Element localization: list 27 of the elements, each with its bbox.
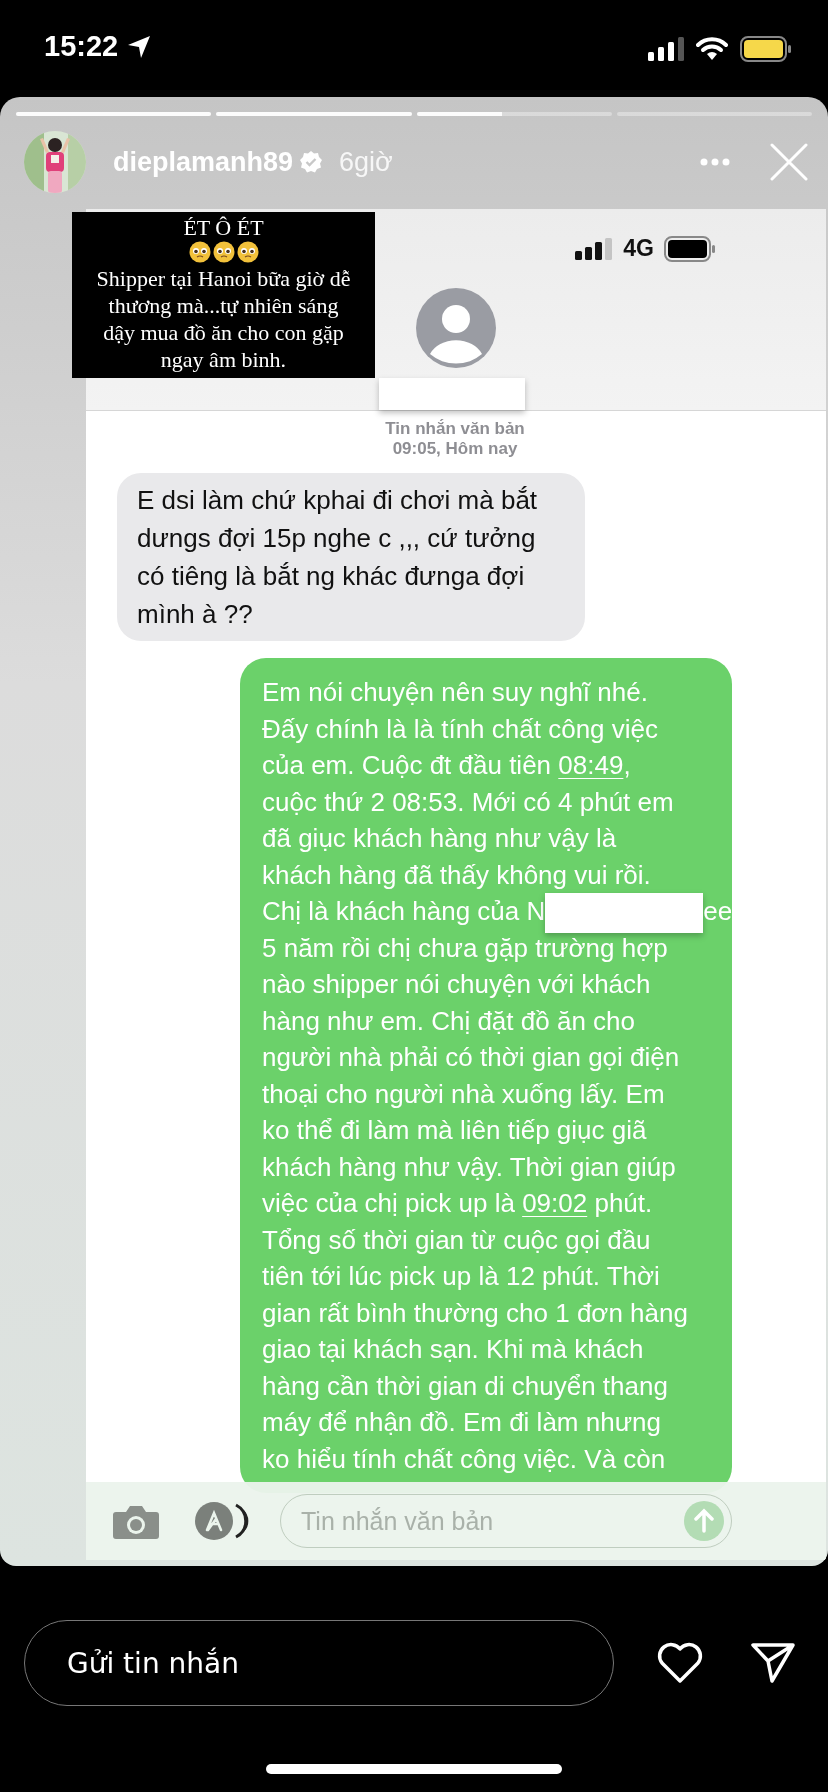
battery-icon (664, 235, 716, 262)
pleading-emoji-icon (212, 241, 235, 263)
signal-icon (575, 237, 614, 260)
message-timestamp: 09:05, Hôm nay (392, 439, 518, 459)
clock-time: 15:22 (44, 30, 119, 63)
contact-avatar-icon (416, 288, 496, 368)
heart-icon[interactable] (656, 1641, 704, 1685)
battery-icon (740, 36, 792, 62)
wifi-icon (696, 37, 728, 61)
message-type-label: Tin nhắn văn bản (385, 419, 525, 439)
signal-icon (648, 37, 684, 61)
incoming-message: E dsi làm chứ kphai đi chơi mà bắt dưngs đợi 15p nghe c ,,, cứ tưởng có tiêng là bắt ng khác đưnga đợi mình à ?? (117, 473, 585, 641)
app-store-icon[interactable] (194, 1501, 250, 1541)
time-link[interactable]: 08:49 (558, 750, 624, 780)
send-icon[interactable] (750, 1642, 796, 1684)
network-type: 4G (623, 235, 654, 262)
location-arrow-icon (126, 33, 153, 60)
close-icon[interactable] (770, 143, 808, 181)
pleading-emoji-icon (236, 241, 259, 263)
caption-text: Shipper tại Hanoi bữa giờ dễ thương mà...tự nhiên sáng dậy mua đồ ăn cho con gặp ngay âm binh. (96, 265, 351, 373)
time-link[interactable]: 09:02 (522, 1188, 588, 1218)
reply-field[interactable]: Gửi tin nhắn (24, 1620, 614, 1706)
pleading-emoji-icon (188, 241, 211, 263)
more-options-icon[interactable] (700, 158, 730, 166)
message-input[interactable]: Tin nhắn văn bản (280, 1494, 732, 1548)
caption-title: ÉT Ô ÉT (183, 216, 264, 240)
username[interactable]: dieplamanh89 (113, 146, 294, 178)
